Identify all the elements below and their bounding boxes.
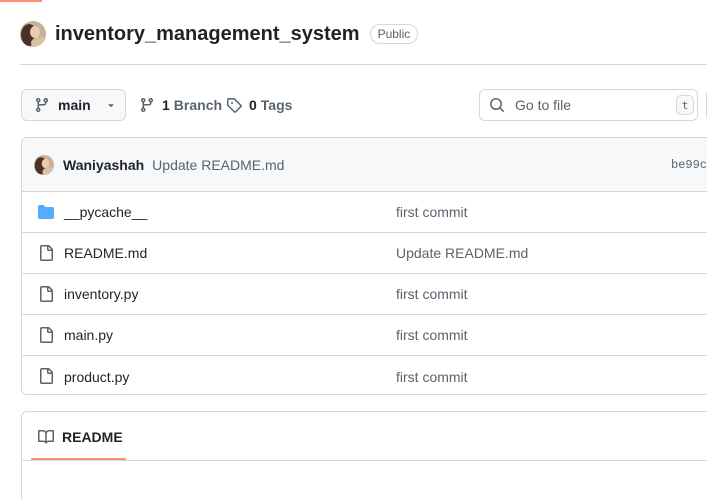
tags-link[interactable]: 0 Tags: [226, 89, 292, 121]
file-row[interactable]: product.py first commit: [22, 356, 707, 394]
readme-panel: README: [21, 411, 707, 499]
top-nav-underline: [0, 0, 42, 2]
file-row[interactable]: inventory.py first commit: [22, 274, 707, 315]
readme-tab-label: README: [62, 429, 123, 445]
owner-avatar[interactable]: [20, 21, 46, 47]
file-name[interactable]: README.md: [64, 245, 147, 261]
book-icon: [38, 429, 54, 445]
branch-name: main: [58, 97, 91, 113]
file-row[interactable]: main.py first commit: [22, 315, 707, 356]
branches-link[interactable]: 1 Branch: [139, 89, 222, 121]
repo-header: inventory_management_system Public: [20, 18, 419, 50]
keyboard-shortcut-hint: t: [676, 95, 694, 115]
go-to-file-placeholder: Go to file: [515, 97, 572, 113]
tag-count: 0: [249, 97, 257, 113]
visibility-badge: Public: [369, 24, 419, 44]
tag-label: Tags: [260, 97, 293, 113]
commit-message[interactable]: Update README.md: [152, 157, 284, 173]
branch-selector-button[interactable]: main: [21, 89, 126, 121]
file-commit-message[interactable]: first commit: [396, 327, 468, 343]
header-divider: [20, 64, 707, 65]
branch-count: 1: [162, 97, 170, 113]
commit-author-avatar[interactable]: [34, 154, 54, 175]
file-row[interactable]: __pycache__ first commit: [22, 192, 707, 233]
folder-icon: [38, 204, 54, 220]
readme-tab[interactable]: README: [38, 427, 123, 447]
commit-author[interactable]: Waniyashah: [63, 157, 144, 173]
tag-icon: [226, 97, 242, 113]
file-commit-message[interactable]: Update README.md: [396, 245, 528, 261]
branch-label: Branch: [173, 97, 223, 113]
file-icon: [38, 245, 54, 261]
file-icon: [38, 286, 54, 302]
file-list: Waniyashah Update README.md be99cc __pyc…: [21, 137, 707, 395]
commit-sha[interactable]: be99cc: [671, 158, 707, 172]
file-commit-message[interactable]: first commit: [396, 286, 468, 302]
search-icon: [489, 97, 505, 113]
file-name[interactable]: main.py: [64, 327, 113, 343]
file-name[interactable]: inventory.py: [64, 286, 138, 302]
git-branch-icon: [34, 97, 50, 113]
file-icon: [38, 327, 54, 343]
file-name[interactable]: __pycache__: [64, 204, 147, 220]
file-name[interactable]: product.py: [64, 369, 129, 385]
go-to-file-input[interactable]: Go to file t: [479, 89, 698, 121]
file-icon: [38, 368, 54, 384]
file-commit-message[interactable]: first commit: [396, 204, 468, 220]
chevron-down-icon: [105, 99, 117, 111]
repo-name[interactable]: inventory_management_system: [55, 23, 360, 46]
readme-divider: [22, 460, 707, 461]
file-commit-message[interactable]: first commit: [396, 369, 468, 385]
file-row[interactable]: README.md Update README.md: [22, 233, 707, 274]
git-branch-icon: [139, 97, 155, 113]
latest-commit-bar: Waniyashah Update README.md be99cc: [22, 138, 707, 192]
